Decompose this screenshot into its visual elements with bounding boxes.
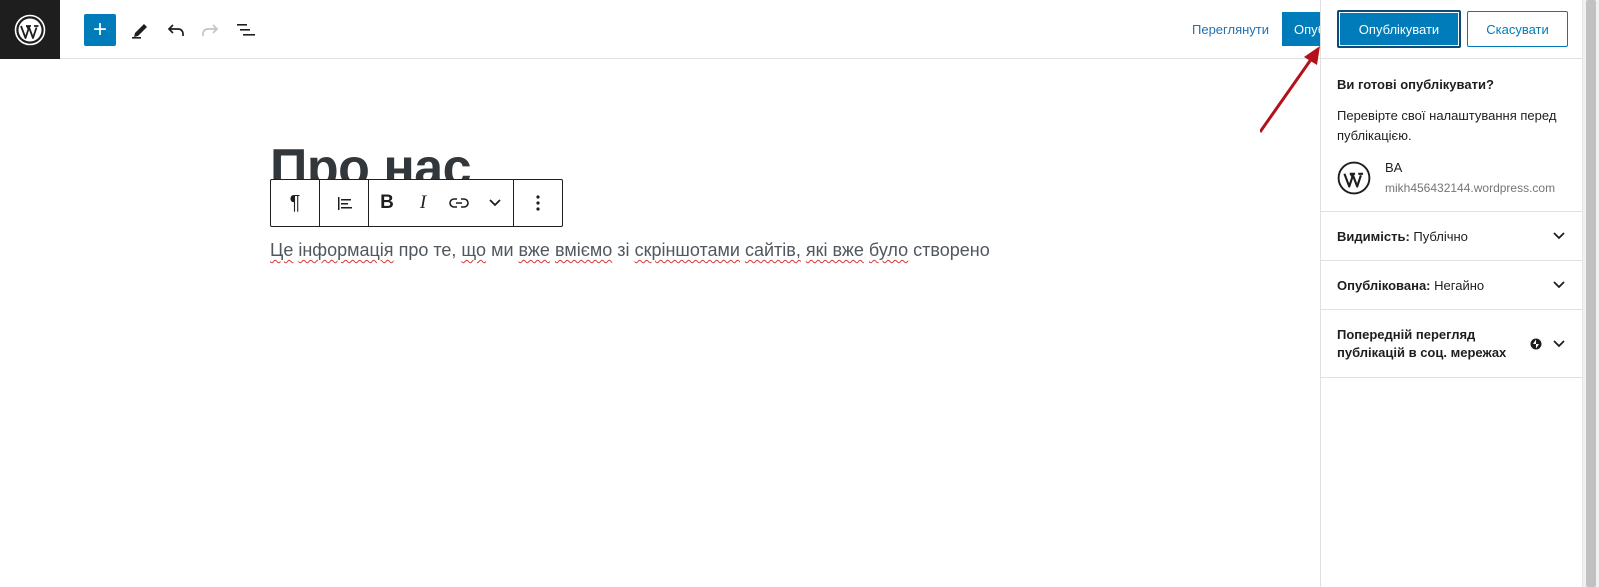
- visibility-row[interactable]: Видимість: Публічно: [1321, 212, 1582, 261]
- undo-button[interactable]: [160, 14, 192, 46]
- publish-button[interactable]: Опублікувати: [1337, 10, 1461, 48]
- publish-date-row[interactable]: Опублікована: Негайно: [1321, 261, 1582, 310]
- site-info: BA mikh456432144.wordpress.com: [1337, 160, 1566, 195]
- paragraph-word: було: [868, 240, 909, 260]
- block-toolbar: ¶ B I: [270, 179, 563, 227]
- preview-link[interactable]: Переглянути: [1192, 22, 1269, 37]
- bold-icon[interactable]: B: [369, 180, 405, 226]
- published-value: Негайно: [1434, 277, 1485, 293]
- paragraph-word: сайтів,: [744, 240, 801, 260]
- paragraph-word: вміємо: [554, 240, 613, 260]
- scrollbar-thumb[interactable]: [1586, 0, 1596, 587]
- more-options-icon[interactable]: [514, 180, 562, 226]
- paragraph-word: які вже: [805, 240, 864, 260]
- paragraph-word: про те,: [398, 240, 457, 260]
- editor-header: + Переглянути Опублікувати: [0, 0, 1342, 59]
- published-label: Опублікована:: [1337, 277, 1431, 293]
- editor-canvas[interactable]: Про нас ¶ B I Це інформація про те, що м: [0, 60, 1320, 587]
- ready-description: Перевірте свої налаштування перед публік…: [1337, 108, 1557, 143]
- annotation-arrow-icon: [1260, 46, 1320, 133]
- paragraph-word: вже: [518, 240, 550, 260]
- social-preview-label: Попередній перегляд публікацій в соц. ме…: [1337, 326, 1507, 360]
- jetpack-icon: [1530, 338, 1542, 349]
- paragraph-word: ми: [491, 240, 514, 260]
- paragraph-word: Це: [270, 240, 294, 260]
- social-preview-row[interactable]: Попередній перегляд публікацій в соц. ме…: [1321, 310, 1582, 378]
- list-view-button[interactable]: [230, 14, 262, 46]
- add-block-button[interactable]: +: [84, 14, 116, 46]
- ready-title: Ви готові опублікувати?: [1337, 77, 1494, 92]
- cancel-button[interactable]: Скасувати: [1467, 11, 1568, 47]
- paragraph-word: що: [461, 240, 487, 260]
- chevron-down-icon: [1553, 281, 1565, 289]
- paragraph-icon[interactable]: ¶: [271, 180, 319, 226]
- visibility-label: Видимість:: [1337, 228, 1410, 244]
- paragraph-word: інформація: [298, 240, 394, 260]
- paragraph-word: зі: [617, 240, 630, 260]
- tools-button[interactable]: [124, 14, 156, 46]
- publish-ready-section: Ви готові опублікувати? Перевірте свої н…: [1321, 59, 1582, 212]
- site-url: mikh456432144.wordpress.com: [1385, 181, 1556, 195]
- paragraph-word: скріншотами: [634, 240, 740, 260]
- paragraph-word: створено: [913, 240, 990, 260]
- paragraph-block[interactable]: Це інформація про те, що ми вже вміємо з…: [270, 240, 990, 261]
- list-view-icon: [237, 24, 255, 36]
- site-name: BA: [1385, 160, 1403, 175]
- chevron-down-icon[interactable]: [477, 180, 513, 226]
- link-icon[interactable]: [441, 180, 477, 226]
- add-block-icon: +: [92, 16, 107, 43]
- visibility-value: Публічно: [1413, 228, 1468, 244]
- pencil-icon: [132, 24, 147, 39]
- undo-icon: [167, 24, 184, 36]
- chevron-down-icon: [1553, 339, 1565, 347]
- wordpress-logo-icon[interactable]: [0, 0, 60, 59]
- redo-icon: [202, 24, 219, 36]
- chevron-down-icon: [1553, 232, 1565, 240]
- redo-button[interactable]: [194, 14, 226, 46]
- italic-icon[interactable]: I: [405, 180, 441, 226]
- wordpress-site-icon: [1337, 161, 1371, 194]
- publish-panel-header: Опублікувати Скасувати: [1321, 0, 1582, 59]
- align-left-icon[interactable]: [320, 180, 368, 226]
- page-scrollbar[interactable]: [1582, 0, 1599, 587]
- publish-panel: Опублікувати Скасувати Ви готові опублік…: [1320, 0, 1582, 587]
